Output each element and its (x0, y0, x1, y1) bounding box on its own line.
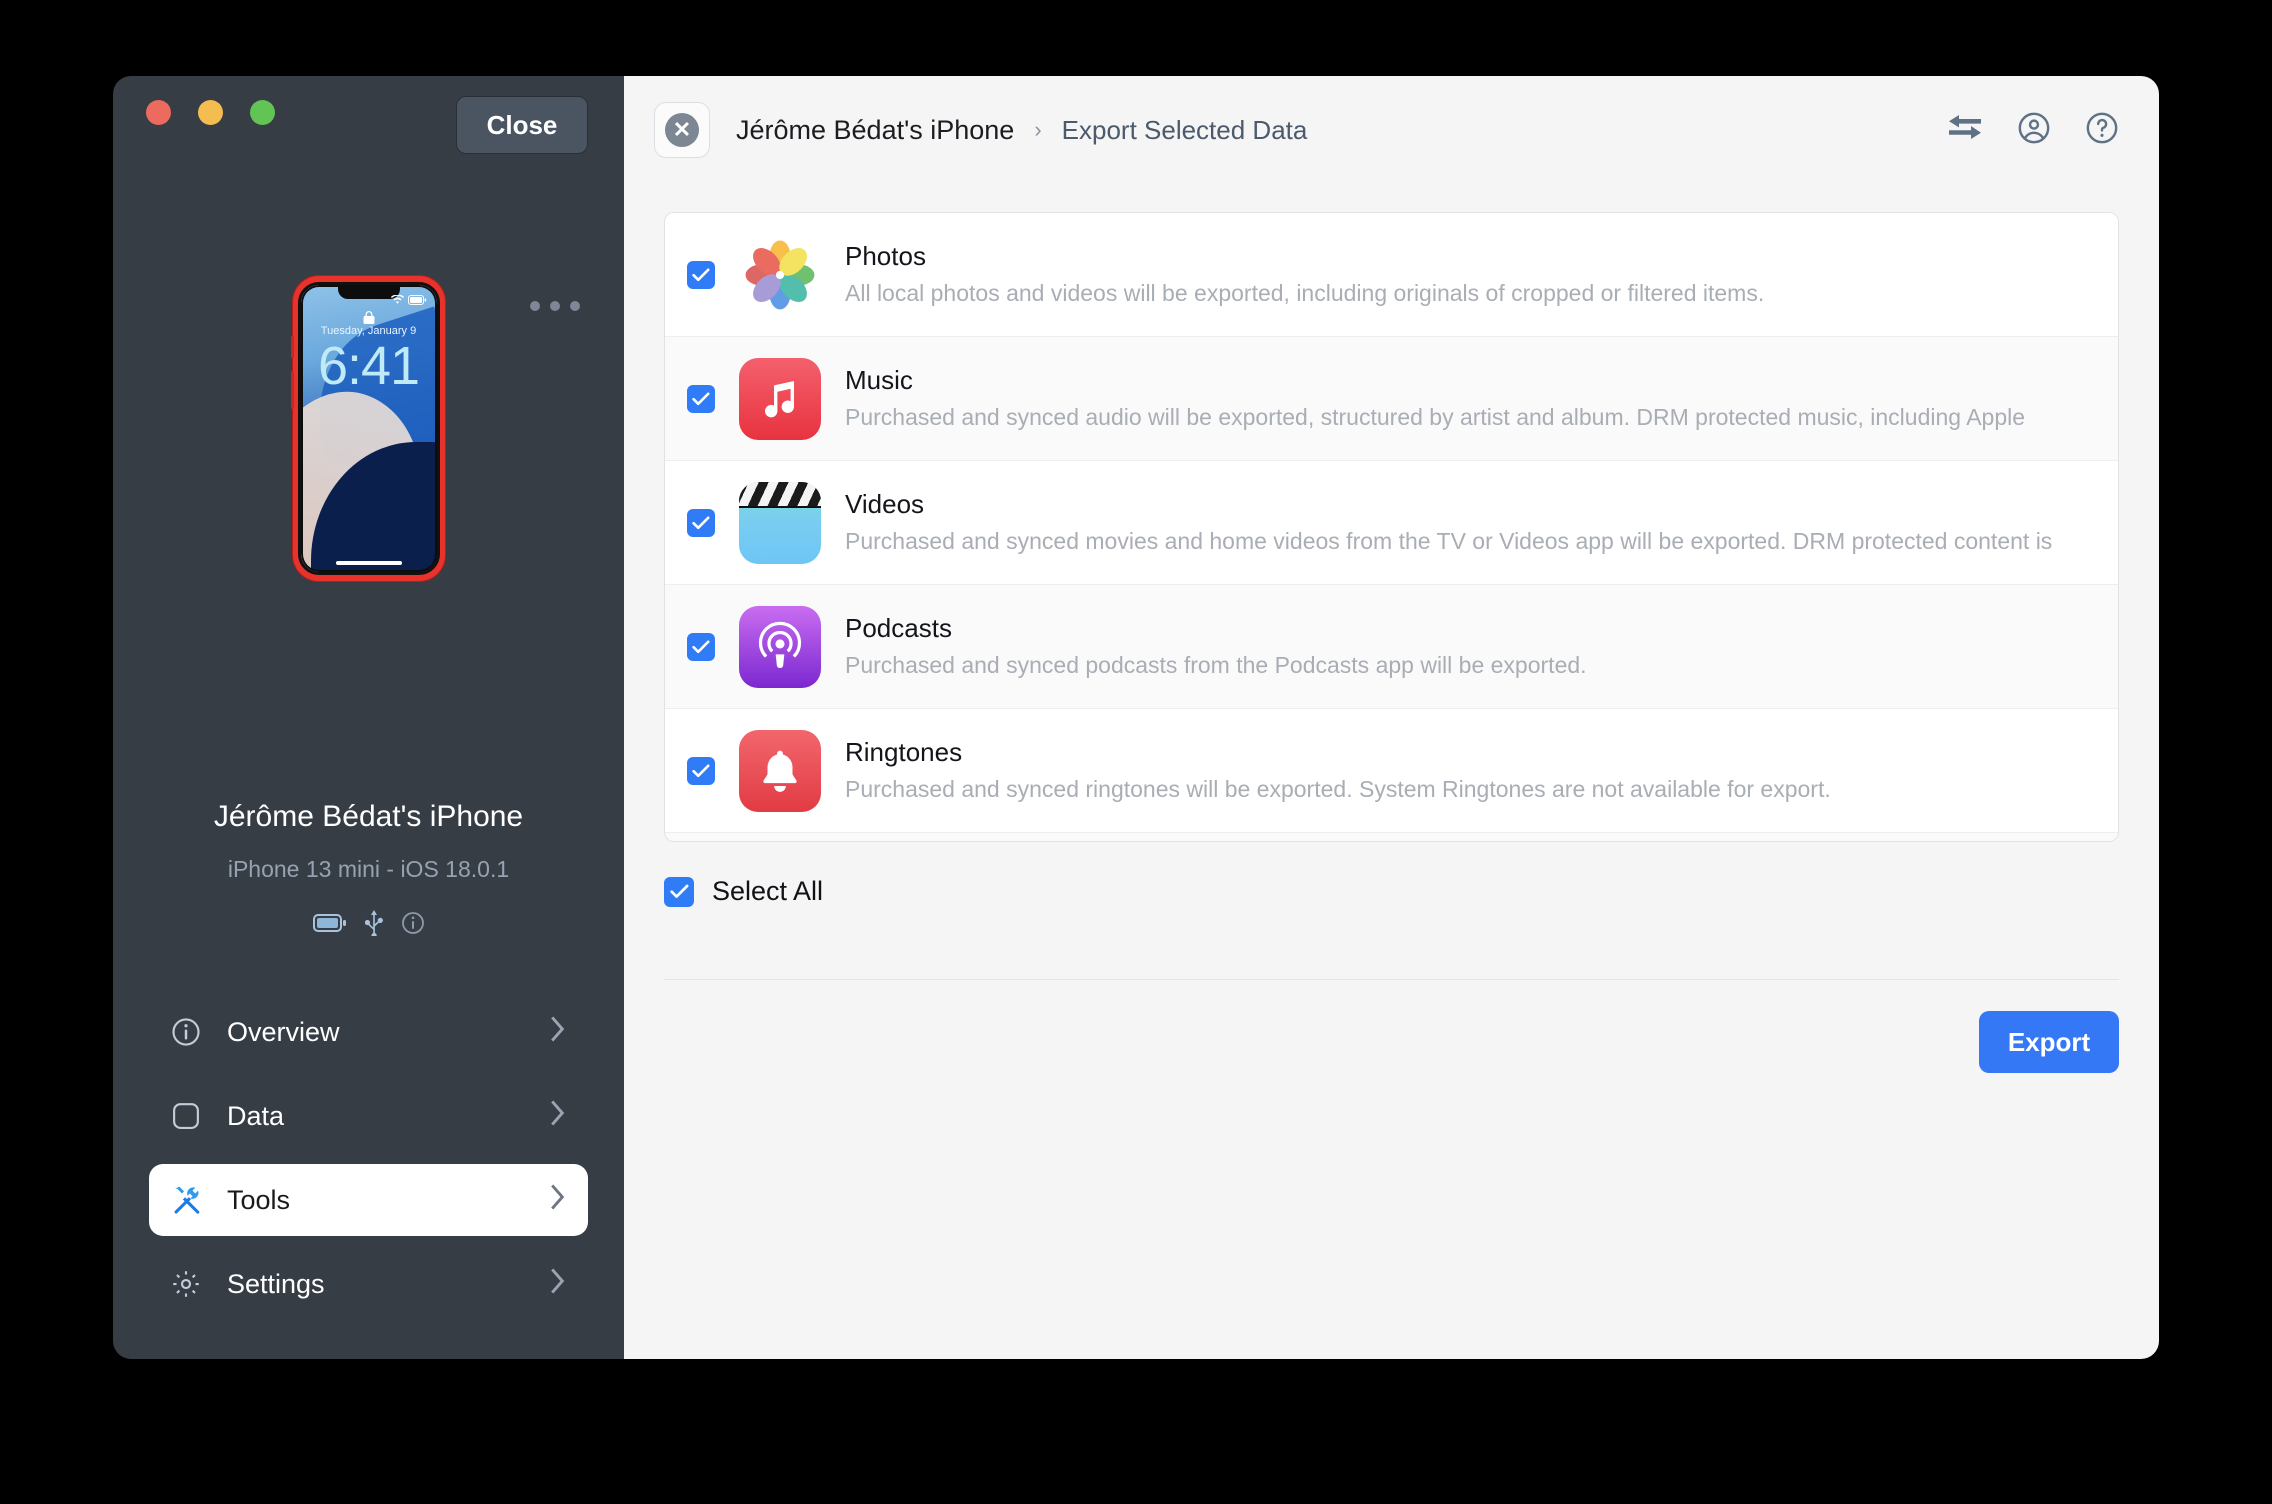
table-row[interactable]: Videos Purchased and synced movies and h… (665, 461, 2118, 585)
phone-home-indicator (335, 561, 402, 565)
table-row[interactable]: Photos All local photos and videos will … (665, 213, 2118, 337)
main-panel: ✕ Jérôme Bédat's iPhone › Export Selecte… (624, 76, 2159, 1359)
sidebar-item-tools[interactable]: Tools (149, 1164, 588, 1236)
usb-icon (364, 910, 383, 941)
minimize-window-button[interactable] (198, 100, 223, 125)
close-view-button[interactable]: ✕ (654, 102, 710, 158)
photos-icon (739, 234, 821, 316)
sidebar-item-label: Data (227, 1100, 285, 1131)
chevron-right-icon (550, 1267, 566, 1301)
item-title: Podcasts (845, 612, 952, 643)
chevron-right-icon (550, 1015, 566, 1049)
row-checkbox[interactable] (687, 384, 715, 413)
sidebar-item-label: Tools (227, 1184, 291, 1215)
table-row[interactable]: Podcasts Purchased and synced podcasts f… (665, 585, 2118, 709)
info-circle-icon (171, 1017, 217, 1047)
iphone-mockup: Tuesday, January 9 6:41 (290, 276, 445, 581)
sidebar: Close Tuesday, January 9 6:41 Jérôme Béd… (113, 76, 624, 1359)
table-row[interactable]: Ringtones Purchased and synced ringtones… (665, 709, 2118, 833)
gear-icon (171, 1269, 217, 1299)
battery-icon (312, 914, 347, 937)
ringtones-icon (739, 729, 821, 812)
device-model: iPhone 13 mini - iOS 18.0.1 (227, 856, 510, 882)
item-title: Photos (845, 240, 926, 271)
close-button[interactable]: Close (456, 96, 588, 154)
close-icon: ✕ (665, 113, 699, 147)
tools-icon (171, 1184, 217, 1216)
square-icon (171, 1101, 217, 1131)
device-preview: Tuesday, January 9 6:41 (113, 276, 624, 581)
table-row[interactable]: Books Local books and PDFs will be expor… (665, 833, 2118, 841)
toolbar: ✕ Jérôme Bédat's iPhone › Export Selecte… (624, 76, 2159, 184)
select-all-label: Select All (712, 876, 824, 906)
table-row[interactable]: Music Purchased and synced audio will be… (665, 337, 2118, 461)
row-checkbox[interactable] (687, 508, 715, 537)
podcasts-icon (739, 605, 821, 688)
window-traffic-lights (146, 100, 275, 125)
item-description: Purchased and synced movies and home vid… (845, 527, 2053, 554)
sidebar-item-data[interactable]: Data (149, 1080, 588, 1152)
chevron-right-icon (550, 1099, 566, 1133)
help-circle-icon[interactable] (2085, 111, 2119, 150)
select-all-row[interactable]: Select All (664, 876, 823, 907)
music-icon (739, 357, 821, 440)
item-description: Purchased and synced podcasts from the P… (845, 651, 1587, 678)
sidebar-nav: Overview Data Tools Settings (149, 996, 588, 1332)
breadcrumb-current: Export Selected Data (1061, 114, 1308, 145)
row-checkbox[interactable] (687, 260, 715, 289)
item-title: Music (845, 364, 913, 395)
info-icon[interactable] (401, 911, 425, 940)
sidebar-item-label: Settings (227, 1268, 325, 1299)
chevron-right-icon (550, 1183, 566, 1217)
phone-screen: Tuesday, January 9 6:41 (297, 282, 440, 575)
sidebar-item-label: Overview (227, 1016, 340, 1047)
item-description: Purchased and synced audio will be expor… (845, 403, 2026, 430)
footer-divider (664, 979, 2119, 980)
export-items-list[interactable]: Photos All local photos and videos will … (664, 212, 2119, 842)
export-button[interactable]: Export (1979, 1011, 2119, 1073)
select-all-checkbox[interactable] (664, 876, 694, 907)
sidebar-item-settings[interactable]: Settings (149, 1248, 588, 1320)
row-checkbox[interactable] (687, 756, 715, 785)
item-description: Purchased and synced ringtones will be e… (845, 775, 1831, 802)
maximize-window-button[interactable] (250, 100, 275, 125)
phone-status-icons (390, 295, 428, 305)
transfer-arrows-icon[interactable] (1947, 113, 1983, 148)
item-title: Videos (845, 488, 925, 519)
row-checkbox[interactable] (687, 632, 715, 661)
item-title: Ringtones (845, 736, 963, 767)
breadcrumb-separator: › (1034, 117, 1042, 142)
item-description: All local photos and videos will be expo… (845, 279, 1765, 306)
breadcrumb-device[interactable]: Jérôme Bédat's iPhone (736, 115, 1014, 146)
account-circle-icon[interactable] (2017, 111, 2051, 150)
sidebar-item-overview[interactable]: Overview (149, 996, 588, 1068)
phone-lockscreen-time: 6:41 (317, 336, 420, 396)
app-window: Close Tuesday, January 9 6:41 Jérôme Béd… (113, 76, 2159, 1359)
close-window-button[interactable] (146, 100, 171, 125)
device-status-icons (113, 910, 624, 941)
device-name: Jérôme Bédat's iPhone (213, 800, 524, 833)
toolbar-icons (1947, 111, 2119, 150)
videos-icon (739, 481, 821, 564)
